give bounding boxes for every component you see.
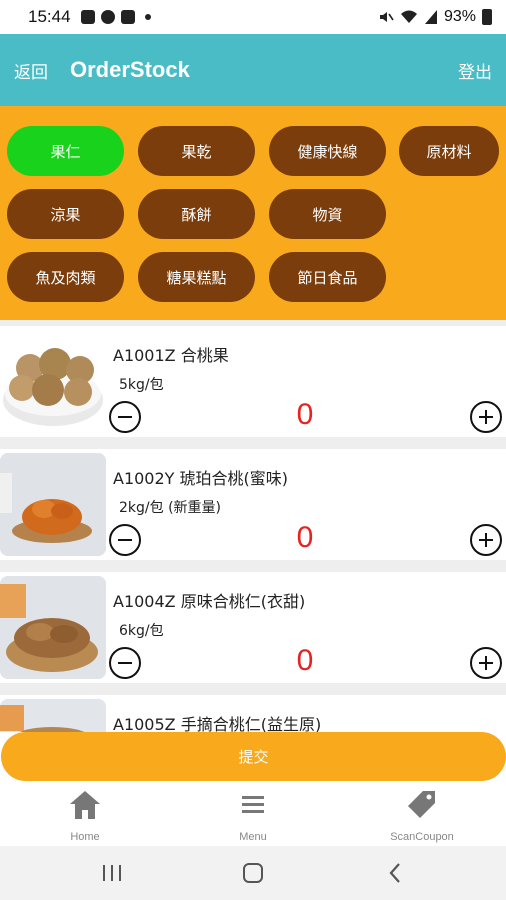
product-unit: 6kg/包 [119,623,164,639]
app-notification-icon [100,10,115,24]
quantity-value: 0 [296,644,314,677]
product-image [0,576,106,679]
more-notifications-icon [144,14,151,20]
tag-icon [408,791,435,818]
category-chip-raw-materials[interactable]: 原材料 [399,126,499,176]
product-card: A1004Z 原味合桃仁(衣甜) 6kg/包 0 [0,572,506,683]
recent-apps-icon [103,865,121,881]
category-filter: 果仁 果乾 健康快線 原材料 涼果 酥餅 物資 魚及肉類 糖果糕點 節日食品 [0,106,506,320]
product-name: A1004Z 原味合桃仁(衣甜) [113,592,306,611]
product-name: A1001Z 合桃果 [113,346,229,365]
nav-home[interactable]: Home [10,784,160,846]
app-bar: 返回 OrderStock 登出 [0,34,506,106]
wifi-icon [400,10,417,23]
gallery-icon [80,10,95,24]
product-image [0,453,106,556]
sim-icon [120,10,135,24]
notification-icons [80,10,151,24]
nav-scan-coupon-label: ScanCoupon [390,831,454,843]
minus-icon [118,539,132,541]
product-unit: 2kg/包 (新重量) [119,500,221,516]
increase-qty-button[interactable] [470,647,502,679]
menu-icon [242,796,264,813]
nav-menu[interactable]: Menu [178,784,328,846]
product-name: A1005Z 手摘合桃仁(益生原) [113,715,322,732]
quantity-value: 0 [296,521,314,554]
nav-scan-coupon[interactable]: ScanCoupon [347,784,497,846]
category-chip-candy[interactable]: 糖果糕點 [138,252,255,302]
product-name: A1002Y 琥珀合桃(蜜味) [113,469,289,488]
minus-icon [118,416,132,418]
app-title: OrderStock [70,57,190,82]
product-card: A1002Y 琥珀合桃(蜜味) 2kg/包 (新重量) 0 [0,449,506,560]
back-system-button[interactable] [377,858,413,888]
status-bar: 15:44 93% [0,0,506,34]
home-icon [70,791,100,819]
status-time: 15:44 [28,7,71,26]
back-button[interactable]: 返回 [14,58,48,83]
submit-button[interactable]: 提交 [1,732,506,781]
product-image [0,330,106,433]
nav-menu-label: Menu [239,831,267,843]
product-image [0,699,106,732]
signal-icon [424,10,437,24]
battery-percent: 93% [443,8,476,25]
product-card: A1005Z 手摘合桃仁(益生原) [0,695,506,732]
bottom-navigation: Home Menu ScanCoupon [0,784,506,846]
category-chip-nuts[interactable]: 果仁 [7,126,124,176]
category-chip-dried-fruit[interactable]: 果乾 [138,126,255,176]
product-unit: 5kg/包 [119,377,164,393]
category-chip-pastry[interactable]: 酥餅 [138,189,255,239]
category-chip-preserved-fruit[interactable]: 涼果 [7,189,124,239]
battery-icon [482,9,492,25]
mute-icon [379,12,394,22]
category-chip-fish-meat[interactable]: 魚及肉類 [7,252,124,302]
category-chip-festival[interactable]: 節日食品 [269,252,386,302]
home-system-button[interactable] [235,858,271,888]
system-navigation-bar [0,846,506,900]
minus-icon [118,662,132,664]
category-chip-health[interactable]: 健康快線 [269,126,386,176]
recent-apps-button[interactable] [94,858,130,888]
decrease-qty-button[interactable] [109,647,141,679]
product-list[interactable]: A1001Z 合桃果 5kg/包 0 A1002Y 琥珀合桃(蜜味) 2kg/包… [0,320,506,732]
nav-home-label: Home [70,831,100,843]
increase-qty-button[interactable] [470,524,502,556]
logout-button[interactable]: 登出 [458,58,492,83]
back-chevron-icon [389,863,400,883]
product-card: A1001Z 合桃果 5kg/包 0 [0,326,506,437]
system-status: 93% [378,8,492,26]
decrease-qty-button[interactable] [109,401,141,433]
decrease-qty-button[interactable] [109,524,141,556]
category-chip-supplies[interactable]: 物資 [269,189,386,239]
increase-qty-button[interactable] [470,401,502,433]
quantity-value: 0 [296,398,314,431]
home-square-icon [243,863,263,883]
